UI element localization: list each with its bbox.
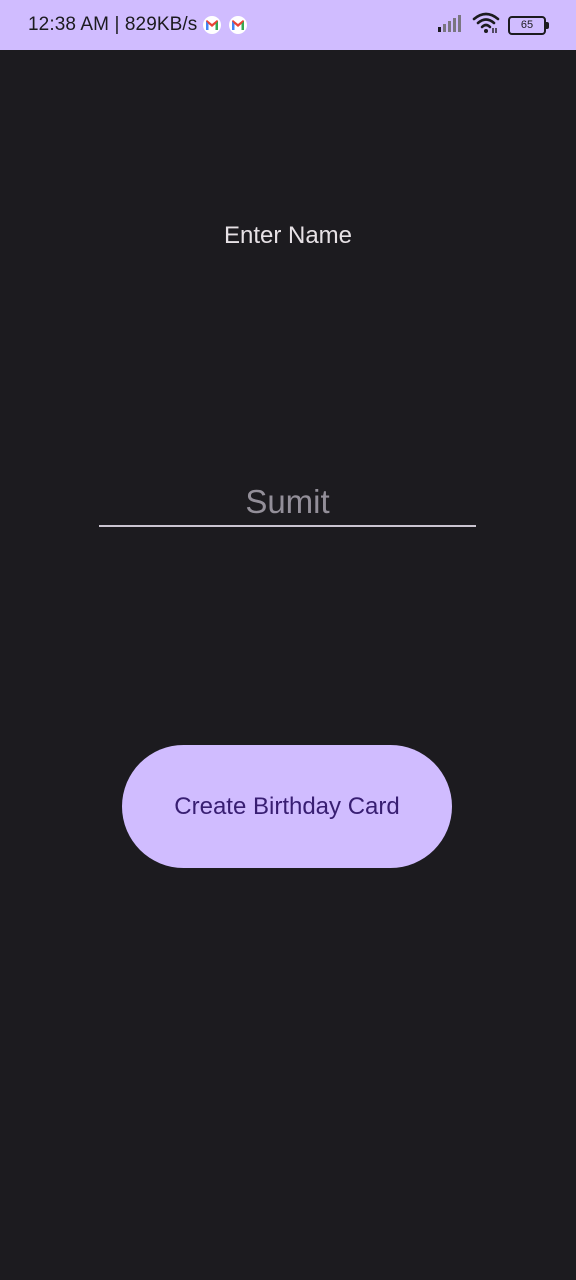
battery-level: 65 xyxy=(520,18,534,31)
status-bar: 12:38 AM | 829KB/s 65 xyxy=(0,0,576,50)
gmail-icon xyxy=(229,16,248,34)
gmail-icon xyxy=(203,16,222,34)
status-left: 12:38 AM | 829KB/s xyxy=(28,0,248,50)
battery-icon: 65 xyxy=(508,15,549,35)
name-input[interactable]: Sumit xyxy=(99,478,476,527)
status-time-speed: 12:38 AM | 829KB/s xyxy=(28,14,198,35)
wifi-icon xyxy=(472,12,500,39)
signal-icon xyxy=(438,14,464,37)
status-right: 65 xyxy=(438,0,549,50)
create-birthday-card-button[interactable]: Create Birthday Card xyxy=(122,745,452,868)
enter-name-heading: Enter Name xyxy=(223,222,353,249)
